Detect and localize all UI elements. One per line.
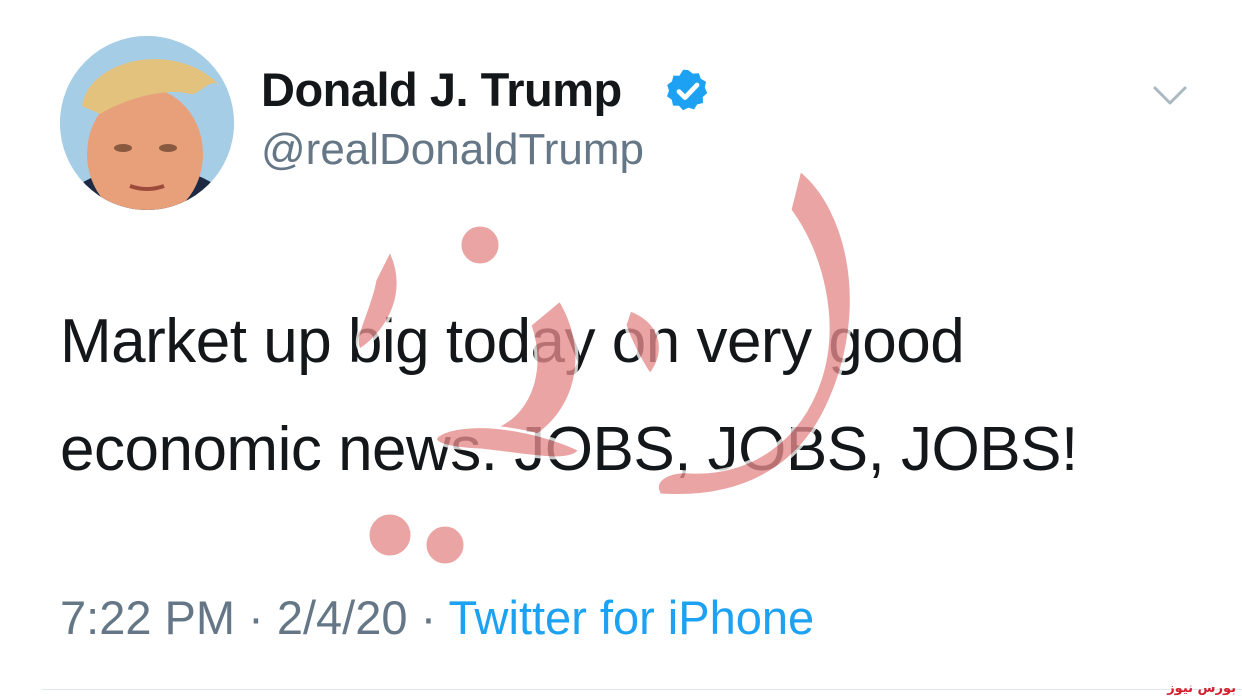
chevron-down-icon[interactable] [1150, 78, 1190, 114]
tweet-source-link[interactable]: Twitter for iPhone [448, 591, 814, 644]
watermark-corner-text: بورس نیوز [1167, 681, 1236, 696]
tweet-card: Donald J. Trump @realDonaldTrump Market … [0, 0, 1242, 700]
author-display-name[interactable]: Donald J. Trump [261, 62, 622, 117]
avatar-image [60, 36, 234, 210]
meta-separator: · [407, 591, 449, 644]
verified-badge-icon [667, 69, 708, 111]
tweet-text: Market up big today on very good economi… [60, 307, 1078, 484]
tweet-time[interactable]: 7:22 PM [60, 591, 235, 644]
author-avatar[interactable] [60, 36, 234, 210]
meta-separator: · [235, 591, 277, 644]
tweet-date[interactable]: 2/4/20 [277, 591, 408, 644]
author-handle[interactable]: @realDonaldTrump [261, 125, 644, 175]
bottom-divider [42, 689, 1242, 690]
tweet-meta: 7:22 PM · 2/4/20 · Twitter for iPhone [60, 590, 814, 645]
